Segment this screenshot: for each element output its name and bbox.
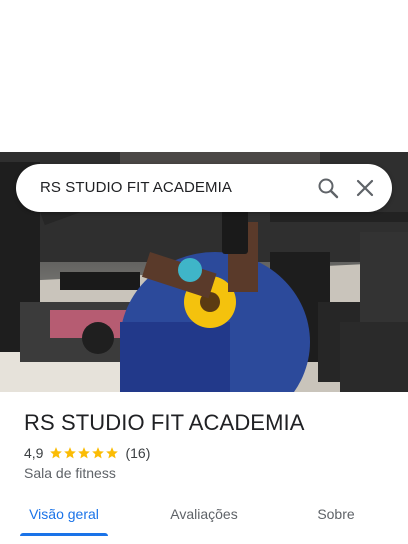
place-category: Sala de fitness [24, 465, 116, 481]
tab-visao-geral[interactable]: Visão geral [20, 500, 108, 544]
rating-value: 4,9 [24, 445, 44, 461]
star-icon [50, 447, 63, 459]
review-count[interactable]: (16) [125, 445, 150, 461]
top-blank-area [0, 0, 408, 152]
place-title: RS STUDIO FIT ACADEMIA [24, 410, 305, 435]
place-tabs: Visão geral Avaliações Sobre [0, 500, 408, 544]
star-icon [78, 447, 91, 459]
active-tab-indicator [20, 533, 108, 536]
search-query-text[interactable]: RS STUDIO FIT ACADEMIA [40, 164, 232, 212]
close-icon[interactable] [353, 176, 377, 200]
search-icon[interactable] [316, 176, 340, 200]
tab-sobre[interactable]: Sobre [300, 500, 372, 544]
place-info-panel: RS STUDIO FIT ACADEMIA 4,9 (16) Sala de … [0, 392, 408, 544]
tab-avaliacoes[interactable]: Avaliações [156, 500, 252, 544]
star-icon [64, 447, 77, 459]
star-icon [92, 447, 105, 459]
search-bar[interactable]: RS STUDIO FIT ACADEMIA [16, 164, 392, 212]
rating-row[interactable]: 4,9 (16) [24, 444, 150, 462]
star-icon [106, 447, 119, 459]
star-rating [49, 446, 119, 460]
